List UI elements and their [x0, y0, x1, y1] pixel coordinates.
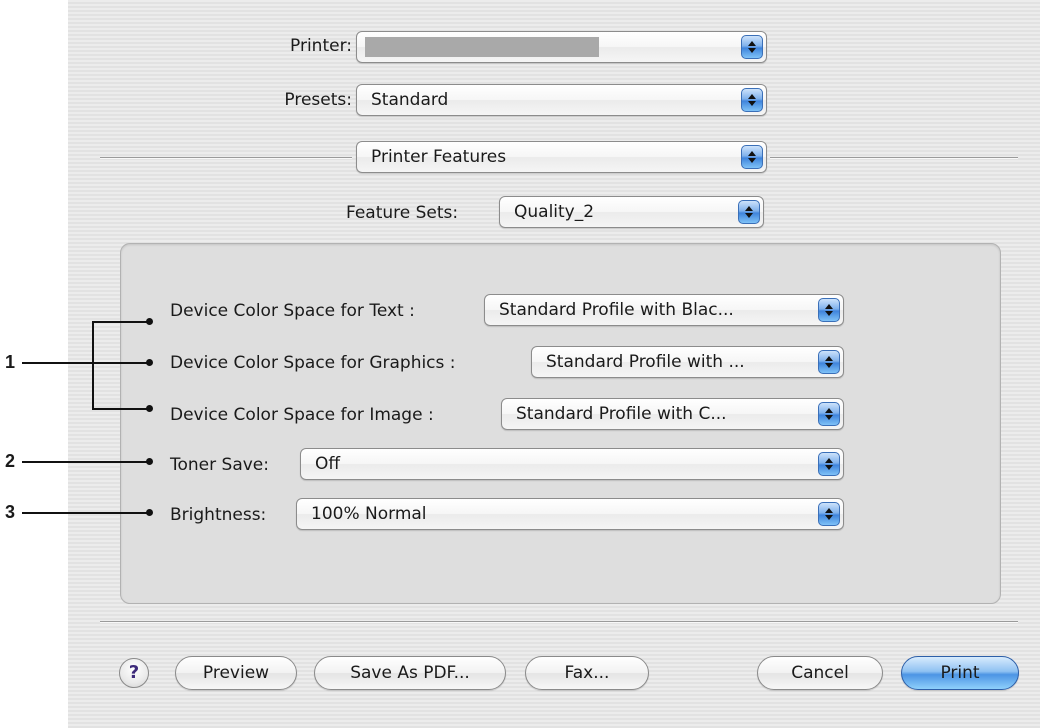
callout-1-dot-graphics	[146, 359, 153, 366]
separator-right	[770, 157, 1018, 159]
printer-popup[interactable]	[356, 31, 767, 63]
text-color-space-label: Device Color Space for Text :	[170, 301, 415, 321]
printer-label: Printer:	[290, 36, 352, 56]
toner-save-label: Toner Save:	[170, 455, 269, 475]
callout-1-top-arm	[92, 321, 148, 323]
callout-3-line	[22, 512, 148, 514]
callout-1-bracket	[92, 321, 94, 410]
image-color-space-label: Device Color Space for Image :	[170, 405, 434, 425]
cancel-button[interactable]: Cancel	[757, 656, 883, 690]
up-down-arrows-icon	[741, 145, 763, 169]
callout-1-dot-text	[146, 318, 153, 325]
up-down-arrows-icon	[818, 298, 840, 322]
up-down-arrows-icon	[741, 88, 763, 112]
graphics-color-space-popup[interactable]: Standard Profile with ...	[531, 346, 844, 378]
up-down-arrows-icon	[818, 452, 840, 476]
text-color-space-popup[interactable]: Standard Profile with Blac...	[484, 294, 844, 326]
help-button[interactable]: ?	[119, 658, 149, 688]
presets-popup[interactable]: Standard	[356, 84, 767, 116]
callout-2-line	[22, 461, 148, 463]
toner-save-popup[interactable]: Off	[300, 448, 844, 480]
callout-2-number: 2	[5, 451, 16, 471]
brightness-label: Brightness:	[170, 505, 267, 525]
feature-sets-popup[interactable]: Quality_2	[499, 196, 764, 228]
callout-1-line	[22, 362, 93, 364]
save-as-pdf-button[interactable]: Save As PDF...	[314, 656, 506, 690]
up-down-arrows-icon	[818, 402, 840, 426]
up-down-arrows-icon	[738, 200, 760, 224]
callout-3-number: 3	[5, 502, 16, 522]
callout-1-dot-image	[146, 405, 153, 412]
callout-2-dot	[146, 458, 153, 465]
graphics-color-space-label: Device Color Space for Graphics :	[170, 353, 456, 373]
presets-label: Presets:	[284, 90, 352, 110]
up-down-arrows-icon	[741, 35, 763, 59]
image-color-space-popup[interactable]: Standard Profile with C...	[501, 398, 844, 430]
callout-1-number: 1	[5, 352, 16, 372]
callout-1-bottom-arm	[92, 408, 148, 410]
printer-name-redacted	[365, 37, 599, 57]
callout-3-dot	[146, 509, 153, 516]
brightness-popup[interactable]: 100% Normal	[296, 498, 844, 530]
callout-1-mid-arm	[92, 362, 148, 364]
up-down-arrows-icon	[818, 502, 840, 526]
panel-popup[interactable]: Printer Features	[356, 141, 767, 173]
fax-button[interactable]: Fax...	[525, 656, 649, 690]
feature-sets-label: Feature Sets:	[346, 203, 459, 223]
separator-left	[100, 157, 352, 159]
up-down-arrows-icon	[818, 350, 840, 374]
preview-button[interactable]: Preview	[175, 656, 297, 690]
print-button[interactable]: Print	[901, 656, 1019, 690]
bottom-separator	[100, 621, 1018, 623]
